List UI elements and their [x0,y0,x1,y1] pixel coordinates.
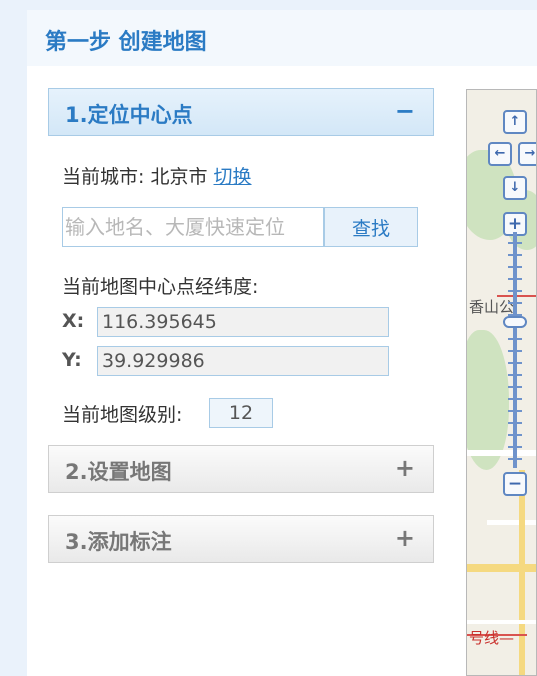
road [487,520,536,525]
pan-left-icon[interactable]: ← [488,142,512,166]
switch-city-link[interactable]: 切换 [214,166,252,188]
zoom-slider-tick [508,398,522,400]
page-title: 第一步 创建地图 [45,30,207,55]
road [467,620,536,624]
park-area [467,330,509,470]
page-header: 第一步 创建地图 [27,10,537,66]
zoom-slider-tick [508,446,522,448]
zoom-slider-tick [508,290,522,292]
zoom-slider-tick [508,458,522,460]
zoom-slider-tick [508,242,522,244]
zoom-slider-tick [508,374,522,376]
left-panel: 1.定位中心点 − 当前城市: 北京市 切换 查找 当前地图中心点经纬度: X:… [27,66,537,676]
x-coordinate-field[interactable] [97,307,389,337]
x-label: X: [62,310,85,332]
zoom-slider-tick [508,266,522,268]
expand-icon[interactable]: + [395,454,415,482]
zoom-slider-handle[interactable] [503,316,527,328]
zoom-slider-tick [508,350,522,352]
section-title: 3.添加标注 [65,530,172,554]
section-map-settings[interactable]: 2.设置地图 + [48,445,434,493]
search-button[interactable]: 查找 [324,207,418,247]
city-name: 北京市 [150,166,208,188]
pan-up-icon[interactable]: ↑ [503,110,527,134]
collapse-icon[interactable]: − [395,97,415,125]
y-label: Y: [62,349,82,371]
map-level-field[interactable] [209,398,273,428]
zoom-slider-tick [508,302,522,304]
center-coords-label: 当前地图中心点经纬度: [62,276,259,298]
map-level-label: 当前地图级别: [62,404,183,426]
zoom-slider-tick [508,434,522,436]
expand-icon[interactable]: + [395,524,415,552]
road [467,564,536,572]
zoom-slider-tick [508,338,522,340]
search-input[interactable] [62,207,324,247]
zoom-slider-tick [508,278,522,280]
section-add-markers[interactable]: 3.添加标注 + [48,515,434,563]
pan-down-icon[interactable]: ↓ [503,176,527,200]
section-locate-center[interactable]: 1.定位中心点 − [48,88,434,136]
road [519,470,525,675]
map-metro-label: 号线— [469,629,515,647]
zoom-slider-tick [508,362,522,364]
city-label: 当前城市: [62,166,145,188]
road [467,450,536,456]
zoom-slider-tick [508,254,522,256]
map-view[interactable]: 香山公 号线— ↑ ← → ↓ + − [466,89,537,676]
section-title: 1.定位中心点 [65,103,193,127]
zoom-slider-tick [508,410,522,412]
current-city-row: 当前城市: 北京市 切换 [62,162,252,189]
zoom-slider-tick [508,422,522,424]
zoom-out-icon[interactable]: − [503,472,527,496]
pan-right-icon[interactable]: → [518,142,536,166]
zoom-slider-tick [508,386,522,388]
section-title: 2.设置地图 [65,460,172,484]
y-coordinate-field[interactable] [97,346,389,376]
